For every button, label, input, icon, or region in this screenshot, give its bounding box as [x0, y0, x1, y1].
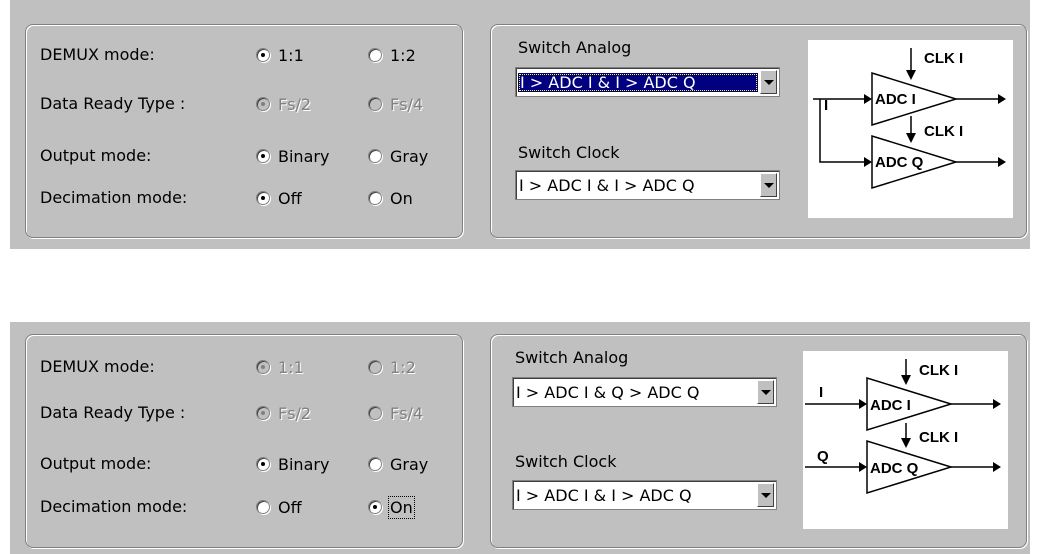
switch-clock-label: Switch Clock — [515, 452, 617, 471]
switch-clock-select[interactable]: I > ADC I & I > ADC Q — [515, 170, 780, 200]
radio-indicator — [368, 191, 382, 205]
switch-analog-label: Switch Analog — [518, 38, 632, 57]
output-binary-radio[interactable]: Binary — [256, 146, 329, 166]
demux-1-1-radio: 1:1 — [256, 357, 304, 377]
demux-mode-label: DEMUX mode: — [40, 45, 155, 64]
radio-indicator — [256, 97, 270, 111]
chevron-down-icon[interactable] — [757, 483, 774, 507]
decimation-on-radio[interactable]: On — [368, 188, 413, 208]
output-binary-radio[interactable]: Binary — [256, 454, 329, 474]
radio-indicator — [256, 48, 270, 62]
demux-1-1-radio[interactable]: 1:1 — [256, 45, 304, 65]
switch-analog-value: I > ADC I & Q > ADC Q — [516, 382, 700, 402]
radio-indicator — [256, 500, 270, 514]
output-mode-label: Output mode: — [40, 146, 152, 165]
adc-routing-diagram: CLK I CLK I ADC I ADC Q I — [808, 40, 1013, 218]
demux-1-2-radio[interactable]: 1:2 — [368, 45, 416, 65]
decimation-off-radio[interactable]: Off — [256, 188, 302, 208]
clk-top-label: CLK I — [924, 50, 963, 67]
data-ready-fs2-radio: Fs/2 — [256, 403, 311, 423]
radio-indicator — [368, 360, 382, 374]
radio-indicator — [368, 500, 382, 514]
switch-analog-label: Switch Analog — [515, 348, 629, 367]
input-top-label: I — [819, 384, 823, 401]
adc-bottom-label: ADC Q — [875, 154, 924, 171]
data-ready-fs4-radio: Fs/4 — [368, 403, 423, 423]
radio-indicator — [368, 406, 382, 420]
switch-clock-select[interactable]: I > ADC I & I > ADC Q — [512, 480, 777, 510]
chevron-down-icon[interactable] — [760, 70, 777, 94]
data-ready-fs4-radio: Fs/4 — [368, 94, 423, 114]
data-ready-fs2-radio: Fs/2 — [256, 94, 311, 114]
chevron-down-icon[interactable] — [760, 173, 777, 197]
switch-clock-value: I > ADC I & I > ADC Q — [516, 485, 692, 505]
adc-routing-diagram: CLK I CLK I ADC I ADC Q I Q — [803, 351, 1008, 529]
clk-top-label: CLK I — [919, 362, 958, 379]
clk-bottom-label: CLK I — [924, 123, 963, 140]
demux-mode-label: DEMUX mode: — [40, 357, 155, 376]
input-top-label: I — [824, 97, 828, 114]
switch-analog-select[interactable]: I > ADC I & Q > ADC Q — [512, 377, 777, 407]
radio-indicator — [256, 360, 270, 374]
switch-analog-select[interactable]: I > ADC I & I > ADC Q — [515, 67, 780, 97]
radio-indicator — [256, 406, 270, 420]
decimation-off-radio[interactable]: Off — [256, 497, 302, 517]
switch-clock-label: Switch Clock — [518, 143, 620, 162]
radio-indicator — [368, 97, 382, 111]
radio-indicator — [368, 48, 382, 62]
data-ready-type-label: Data Ready Type : — [40, 94, 186, 113]
switch-analog-value: I > ADC I & I > ADC Q — [518, 72, 758, 92]
input-bottom-label: Q — [817, 448, 829, 465]
radio-indicator — [256, 191, 270, 205]
decimation-mode-label: Decimation mode: — [40, 188, 188, 207]
chevron-down-icon[interactable] — [757, 380, 774, 404]
adc-top-label: ADC I — [870, 397, 911, 414]
radio-indicator — [256, 149, 270, 163]
adc-top-label: ADC I — [875, 91, 916, 108]
adc-bottom-label: ADC Q — [870, 460, 919, 477]
clk-bottom-label: CLK I — [919, 429, 958, 446]
output-gray-radio[interactable]: Gray — [368, 146, 428, 166]
data-ready-type-label: Data Ready Type : — [40, 403, 186, 422]
switch-clock-value: I > ADC I & I > ADC Q — [519, 175, 695, 195]
radio-indicator — [368, 457, 382, 471]
decimation-mode-label: Decimation mode: — [40, 497, 188, 516]
radio-indicator — [368, 149, 382, 163]
radio-indicator — [256, 457, 270, 471]
demux-1-2-radio: 1:2 — [368, 357, 416, 377]
output-gray-radio[interactable]: Gray — [368, 454, 428, 474]
decimation-on-radio[interactable]: On — [368, 495, 415, 519]
output-mode-label: Output mode: — [40, 454, 152, 473]
